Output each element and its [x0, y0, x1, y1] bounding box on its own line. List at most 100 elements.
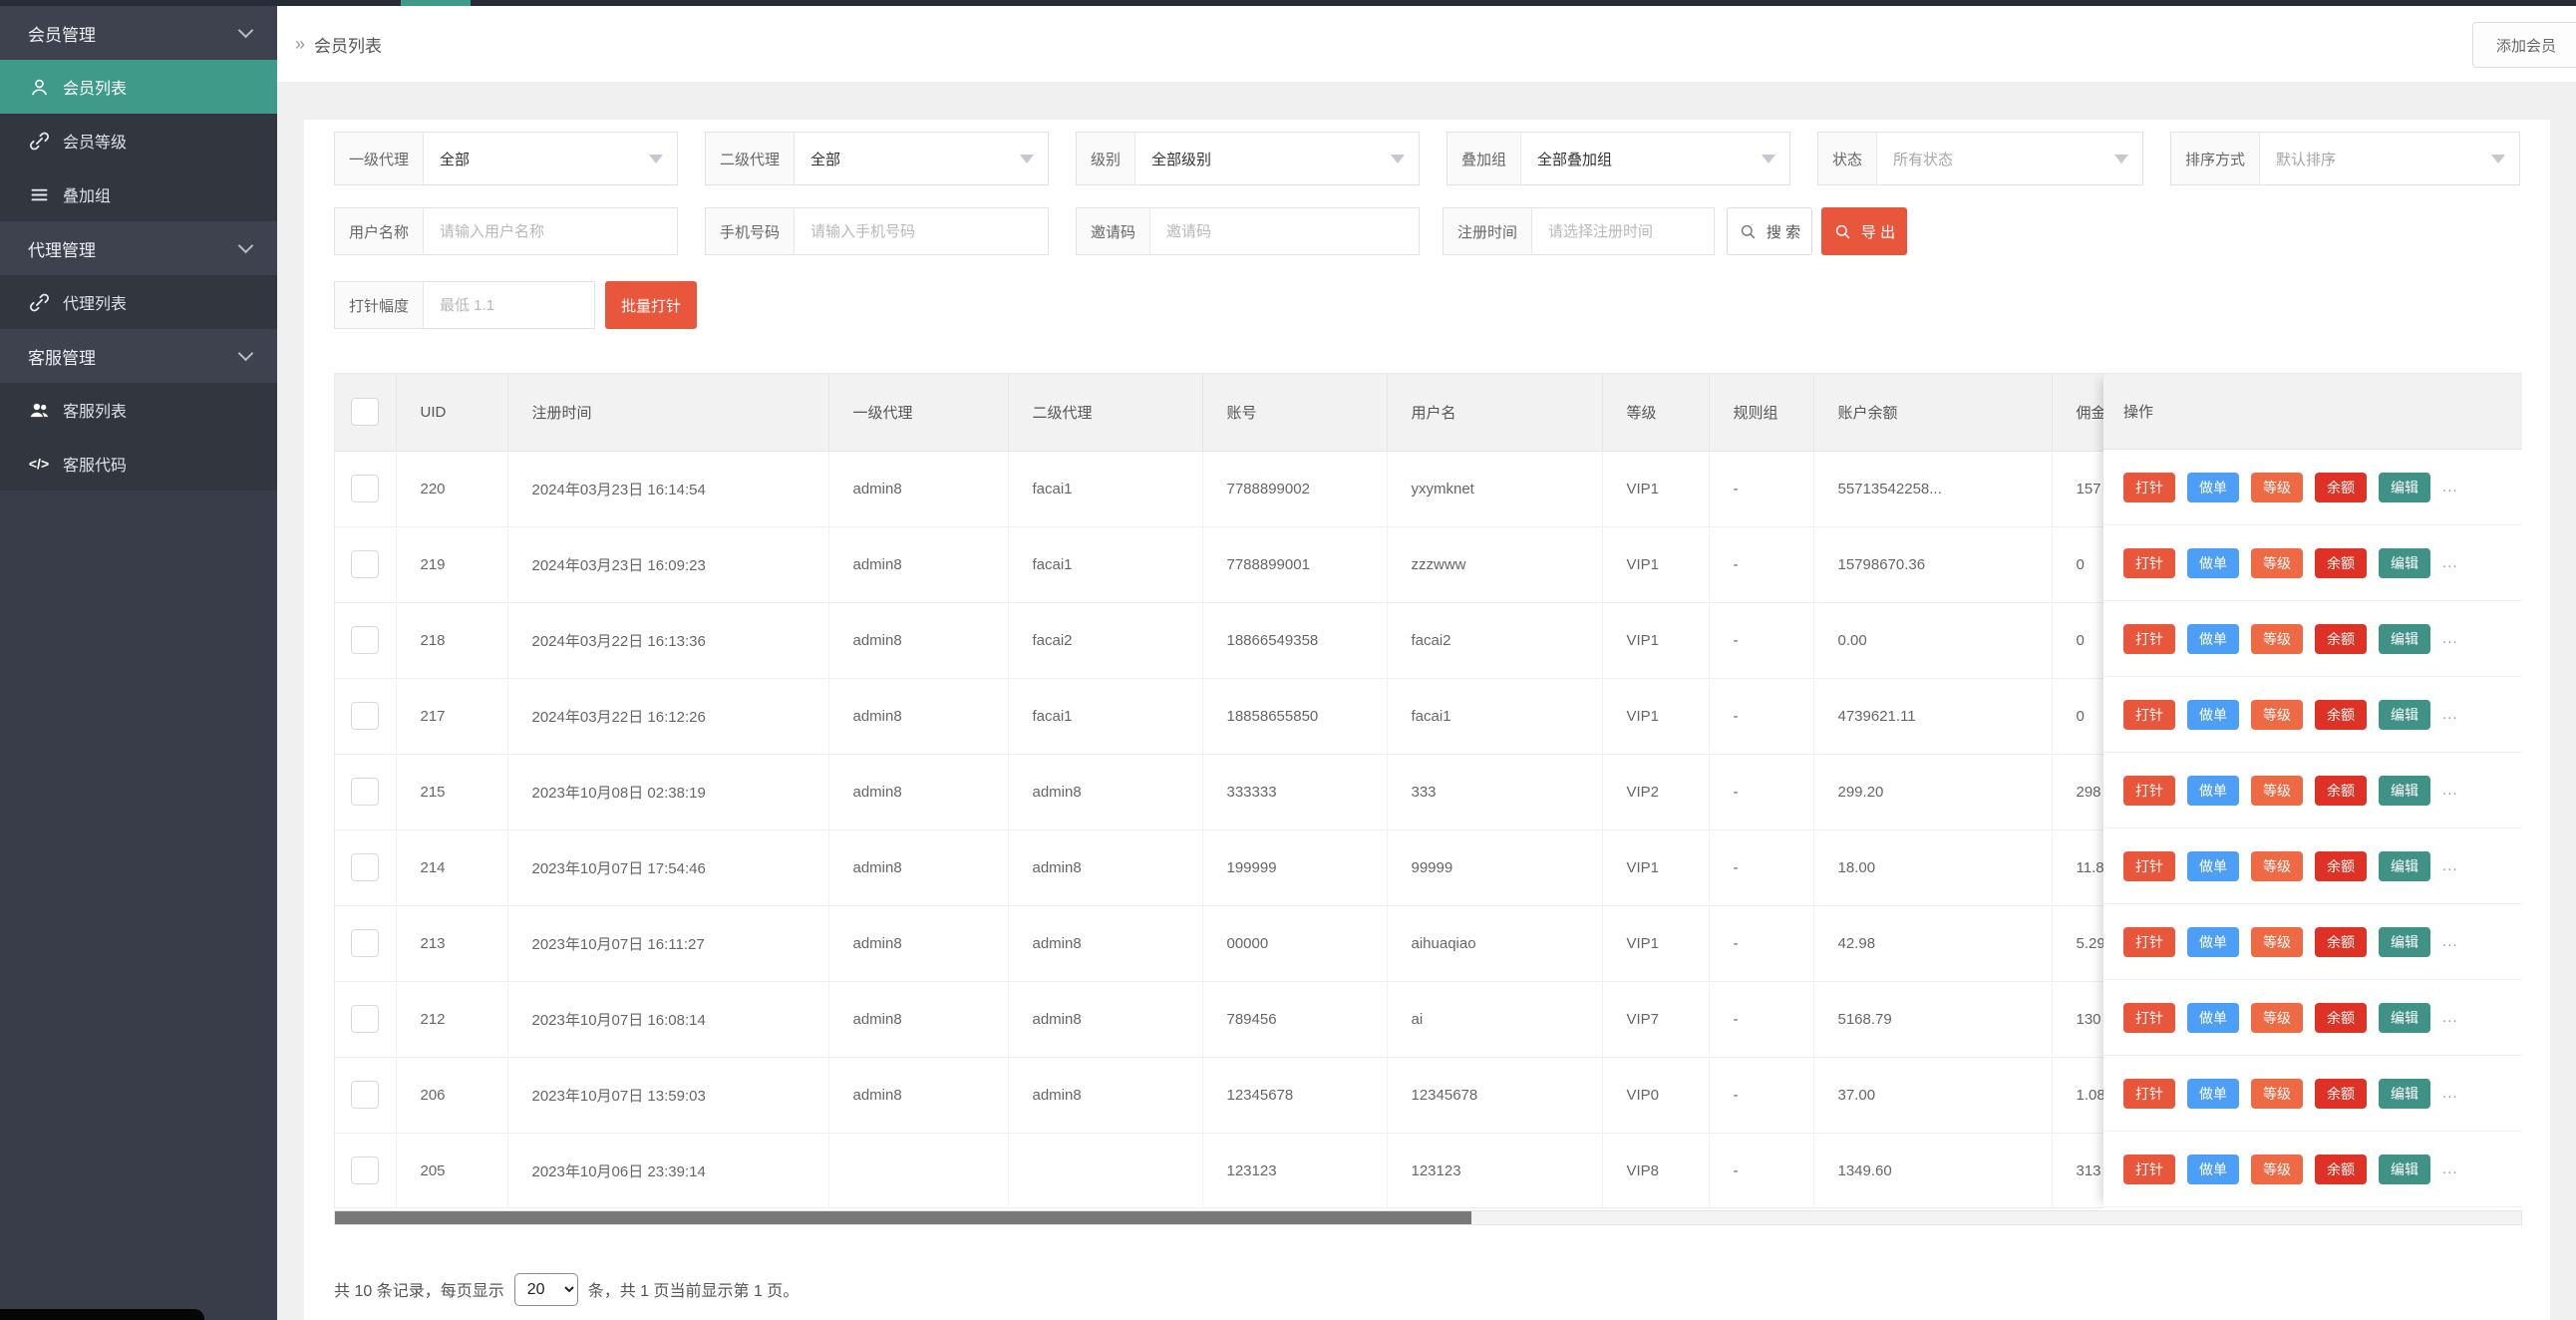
row-checkbox[interactable] — [351, 550, 380, 578]
row-checkbox[interactable] — [351, 1005, 380, 1033]
search-button[interactable]: 搜 索 — [1727, 207, 1812, 255]
level-button[interactable]: 等级 — [2251, 472, 2303, 502]
username-input[interactable] — [424, 208, 677, 254]
balance-button[interactable]: 余额 — [2315, 699, 2367, 730]
make-order-button[interactable]: 做单 — [2187, 1002, 2239, 1033]
add-member-button[interactable]: 添加会员 — [2472, 22, 2576, 68]
inject-button[interactable]: 打针 — [2123, 926, 2175, 957]
batch-inject-button[interactable]: 批量打针 — [605, 281, 697, 329]
inject-button[interactable]: 打针 — [2123, 1078, 2175, 1109]
sidebar-item-service-list[interactable]: 客服列表 — [0, 383, 277, 437]
edit-button[interactable]: 编辑 — [2379, 1002, 2430, 1033]
more-actions-button[interactable]: ... — [2442, 630, 2458, 647]
inject-button[interactable]: 打针 — [2123, 1154, 2175, 1184]
make-order-button[interactable]: 做单 — [2187, 472, 2239, 502]
inject-button[interactable]: 打针 — [2123, 1002, 2175, 1033]
inject-button[interactable]: 打针 — [2123, 547, 2175, 578]
level-button[interactable]: 等级 — [2251, 926, 2303, 957]
more-actions-button[interactable]: ... — [2442, 933, 2458, 950]
sidebar-group-service-management[interactable]: 客服管理 — [0, 329, 277, 383]
filter-stack-group-select[interactable]: 全部叠加组 — [1521, 133, 1789, 184]
balance-button[interactable]: 余额 — [2315, 1078, 2367, 1109]
balance-button[interactable]: 余额 — [2315, 472, 2367, 502]
balance-button[interactable]: 余额 — [2315, 547, 2367, 578]
balance-button[interactable]: 余额 — [2315, 1154, 2367, 1184]
filter-status-select[interactable]: 所有状态 — [1877, 133, 2142, 184]
more-actions-button[interactable]: ... — [2442, 782, 2458, 799]
row-checkbox[interactable] — [351, 1156, 380, 1184]
make-order-button[interactable]: 做单 — [2187, 850, 2239, 881]
inject-button[interactable]: 打针 — [2123, 850, 2175, 881]
edit-button[interactable]: 编辑 — [2379, 775, 2430, 806]
balance-button[interactable]: 余额 — [2315, 623, 2367, 654]
more-actions-button[interactable]: ... — [2442, 857, 2458, 874]
sidebar-item-member-level[interactable]: 会员等级 — [0, 114, 277, 167]
horizontal-scrollbar-thumb[interactable] — [335, 1211, 1471, 1224]
filter-level-select[interactable]: 全部级别 — [1135, 133, 1419, 184]
balance-button[interactable]: 余额 — [2315, 850, 2367, 881]
row-checkbox[interactable] — [351, 778, 380, 806]
filter-agent1-select[interactable]: 全部 — [424, 133, 677, 184]
page-size-select[interactable]: 20 — [513, 1272, 578, 1306]
more-actions-button[interactable]: ... — [2442, 1085, 2458, 1102]
more-actions-button[interactable]: ... — [2442, 479, 2458, 495]
make-order-button[interactable]: 做单 — [2187, 547, 2239, 578]
select-all-checkbox[interactable] — [351, 398, 380, 427]
level-button[interactable]: 等级 — [2251, 1154, 2303, 1184]
edit-button[interactable]: 编辑 — [2379, 472, 2430, 502]
level-button[interactable]: 等级 — [2251, 699, 2303, 730]
make-order-button[interactable]: 做单 — [2187, 1154, 2239, 1184]
inject-range-input[interactable] — [424, 282, 594, 328]
level-button[interactable]: 等级 — [2251, 623, 2303, 654]
row-checkbox[interactable] — [351, 853, 380, 881]
sidebar-item-stack-group[interactable]: 叠加组 — [0, 167, 277, 221]
export-button[interactable]: 导 出 — [1821, 207, 1907, 255]
sidebar-item-member-list[interactable]: 会员列表 — [0, 60, 277, 114]
make-order-button[interactable]: 做单 — [2187, 926, 2239, 957]
inject-button[interactable]: 打针 — [2123, 699, 2175, 730]
row-checkbox[interactable] — [351, 626, 380, 654]
row-checkbox[interactable] — [351, 702, 380, 730]
edit-button[interactable]: 编辑 — [2379, 623, 2430, 654]
row-checkbox[interactable] — [351, 475, 380, 502]
sidebar-group-member-management[interactable]: 会员管理 — [0, 6, 277, 60]
balance-button[interactable]: 余额 — [2315, 926, 2367, 957]
edit-button[interactable]: 编辑 — [2379, 547, 2430, 578]
more-actions-button[interactable]: ... — [2442, 706, 2458, 723]
cell-level: VIP7 — [1601, 981, 1709, 1058]
level-button[interactable]: 等级 — [2251, 775, 2303, 806]
invite-code-input[interactable] — [1150, 208, 1419, 254]
cell-level: VIP1 — [1601, 602, 1709, 679]
phone-input[interactable] — [795, 208, 1048, 254]
filter-sort-select[interactable]: 默认排序 — [2260, 133, 2519, 184]
reg-time-input[interactable] — [1532, 208, 1714, 254]
sidebar-group-agent-management[interactable]: 代理管理 — [0, 221, 277, 275]
inject-button[interactable]: 打针 — [2123, 472, 2175, 502]
level-button[interactable]: 等级 — [2251, 1078, 2303, 1109]
filter-agent2-select[interactable]: 全部 — [795, 133, 1048, 184]
edit-button[interactable]: 编辑 — [2379, 699, 2430, 730]
make-order-button[interactable]: 做单 — [2187, 623, 2239, 654]
edit-button[interactable]: 编辑 — [2379, 926, 2430, 957]
sidebar-item-agent-list[interactable]: 代理列表 — [0, 275, 277, 329]
edit-button[interactable]: 编辑 — [2379, 850, 2430, 881]
more-actions-button[interactable]: ... — [2442, 554, 2458, 571]
row-checkbox[interactable] — [351, 1081, 380, 1109]
level-button[interactable]: 等级 — [2251, 547, 2303, 578]
edit-button[interactable]: 编辑 — [2379, 1154, 2430, 1184]
make-order-button[interactable]: 做单 — [2187, 699, 2239, 730]
balance-button[interactable]: 余额 — [2315, 1002, 2367, 1033]
make-order-button[interactable]: 做单 — [2187, 775, 2239, 806]
inject-button[interactable]: 打针 — [2123, 623, 2175, 654]
edit-button[interactable]: 编辑 — [2379, 1078, 2430, 1109]
balance-button[interactable]: 余额 — [2315, 775, 2367, 806]
level-button[interactable]: 等级 — [2251, 1002, 2303, 1033]
level-button[interactable]: 等级 — [2251, 850, 2303, 881]
make-order-button[interactable]: 做单 — [2187, 1078, 2239, 1109]
more-actions-button[interactable]: ... — [2442, 1009, 2458, 1026]
filter-agent2: 二级代理 全部 — [705, 132, 1049, 185]
inject-button[interactable]: 打针 — [2123, 775, 2175, 806]
row-checkbox[interactable] — [351, 929, 380, 957]
sidebar-item-service-code[interactable]: </> 客服代码 — [0, 437, 277, 491]
more-actions-button[interactable]: ... — [2442, 1160, 2458, 1177]
